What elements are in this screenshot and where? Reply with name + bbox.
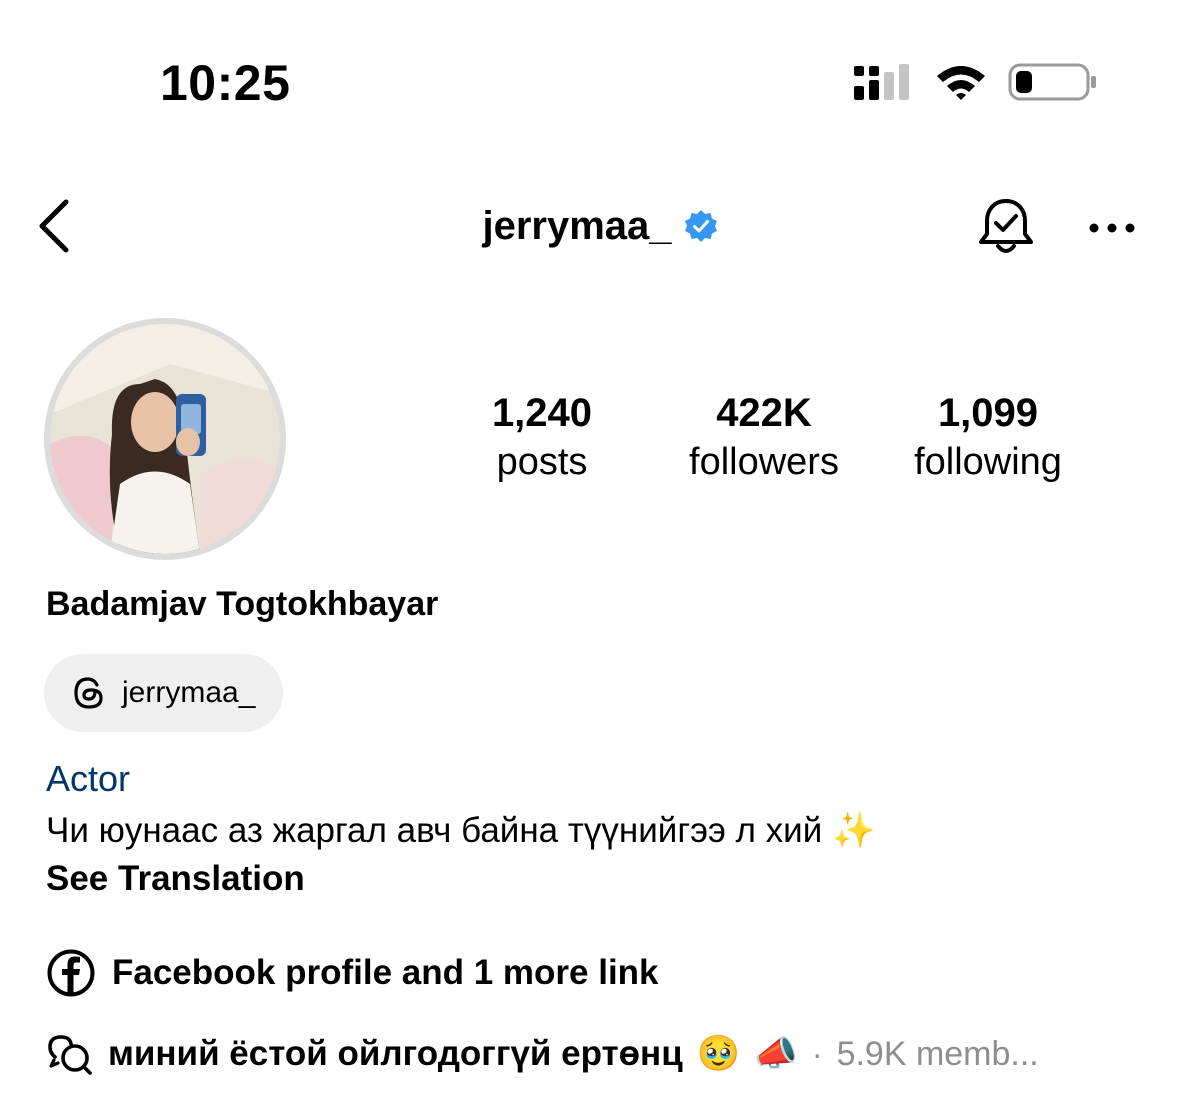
full-name: Badamjav Togtokhbayar	[46, 585, 439, 623]
followers-label: followers	[689, 441, 839, 483]
links-text: Facebook profile and 1 more link	[112, 953, 659, 992]
battery-icon	[1008, 63, 1096, 101]
threads-badge-button[interactable]: jerrymaa_	[44, 654, 284, 732]
profile-category: Actor	[46, 758, 131, 799]
bio-text-row: Чи юунаас аз жаргал авч байна түүнийгээ …	[46, 808, 876, 854]
stat-followers[interactable]: 422K followers	[654, 388, 874, 486]
posts-count: 1,240	[491, 391, 593, 435]
notification-bell-icon[interactable]	[974, 196, 1038, 260]
pleading-face-emoji: 🥹	[696, 1034, 741, 1073]
username: jerrymaa_	[482, 204, 672, 248]
avatar-photo	[50, 324, 280, 554]
broadcast-channel-row[interactable]: миний ёстой ойлгодоггүй ертөнц 🥹 📣 · 5.9…	[46, 1030, 1039, 1078]
separator-dot: ·	[811, 1035, 823, 1072]
verified-badge-icon	[684, 210, 717, 242]
following-count: 1,099	[937, 391, 1039, 435]
followers-count: 422K	[716, 391, 812, 435]
stat-following[interactable]: 1,099 following	[878, 388, 1098, 486]
see-translation-link[interactable]: See Translation	[46, 856, 305, 902]
channel-name: миний ёстой ойлгодоггүй ертөнц	[108, 1034, 683, 1073]
cellular-signal-icon	[854, 64, 909, 100]
following-label: following	[914, 441, 1062, 483]
megaphone-emoji: 📣	[754, 1034, 798, 1073]
threads-icon	[74, 677, 103, 709]
status-time: 10:25	[160, 55, 291, 111]
bio-text: Чи юунаас аз жаргал авч байна түүнийгээ …	[46, 811, 823, 850]
channel-chat-icon	[48, 1035, 92, 1075]
posts-label: posts	[496, 441, 588, 483]
sparkles-emoji: ✨	[832, 811, 876, 850]
profile-avatar[interactable]	[50, 324, 280, 554]
more-options-icon[interactable]	[1084, 210, 1140, 246]
threads-handle: jerrymaa_	[122, 676, 256, 709]
channel-members: 5.9K memb...	[836, 1034, 1039, 1073]
links-row[interactable]: Facebook profile and 1 more link	[46, 948, 659, 998]
facebook-icon	[47, 949, 95, 997]
stat-posts[interactable]: 1,240 posts	[432, 388, 652, 486]
wifi-icon	[937, 66, 985, 100]
